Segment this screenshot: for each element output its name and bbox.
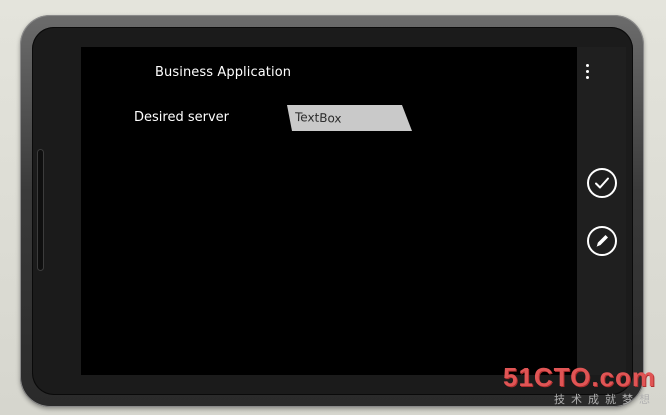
watermark-slogan: 技术成就梦想 xyxy=(554,393,656,406)
page-title: Business Application xyxy=(155,65,292,80)
textbox-value: TextBox xyxy=(294,110,342,126)
server-label: Desired server xyxy=(134,110,229,125)
edit-button[interactable] xyxy=(587,226,617,256)
more-options-icon[interactable] xyxy=(583,64,593,82)
side-bezel-slot xyxy=(38,150,43,270)
edit-icon xyxy=(596,235,608,247)
watermark: 51CTO.com 技术成就梦想 xyxy=(503,362,656,407)
server-textbox[interactable]: TextBox xyxy=(287,105,412,131)
app-screen xyxy=(81,47,577,375)
save-button[interactable] xyxy=(587,168,617,198)
watermark-logo-text: 51CTO.com xyxy=(502,362,656,392)
more-dot xyxy=(586,70,589,73)
check-icon xyxy=(595,177,609,189)
application-bar xyxy=(577,47,626,375)
more-dot xyxy=(586,64,589,67)
more-dot xyxy=(586,76,589,79)
